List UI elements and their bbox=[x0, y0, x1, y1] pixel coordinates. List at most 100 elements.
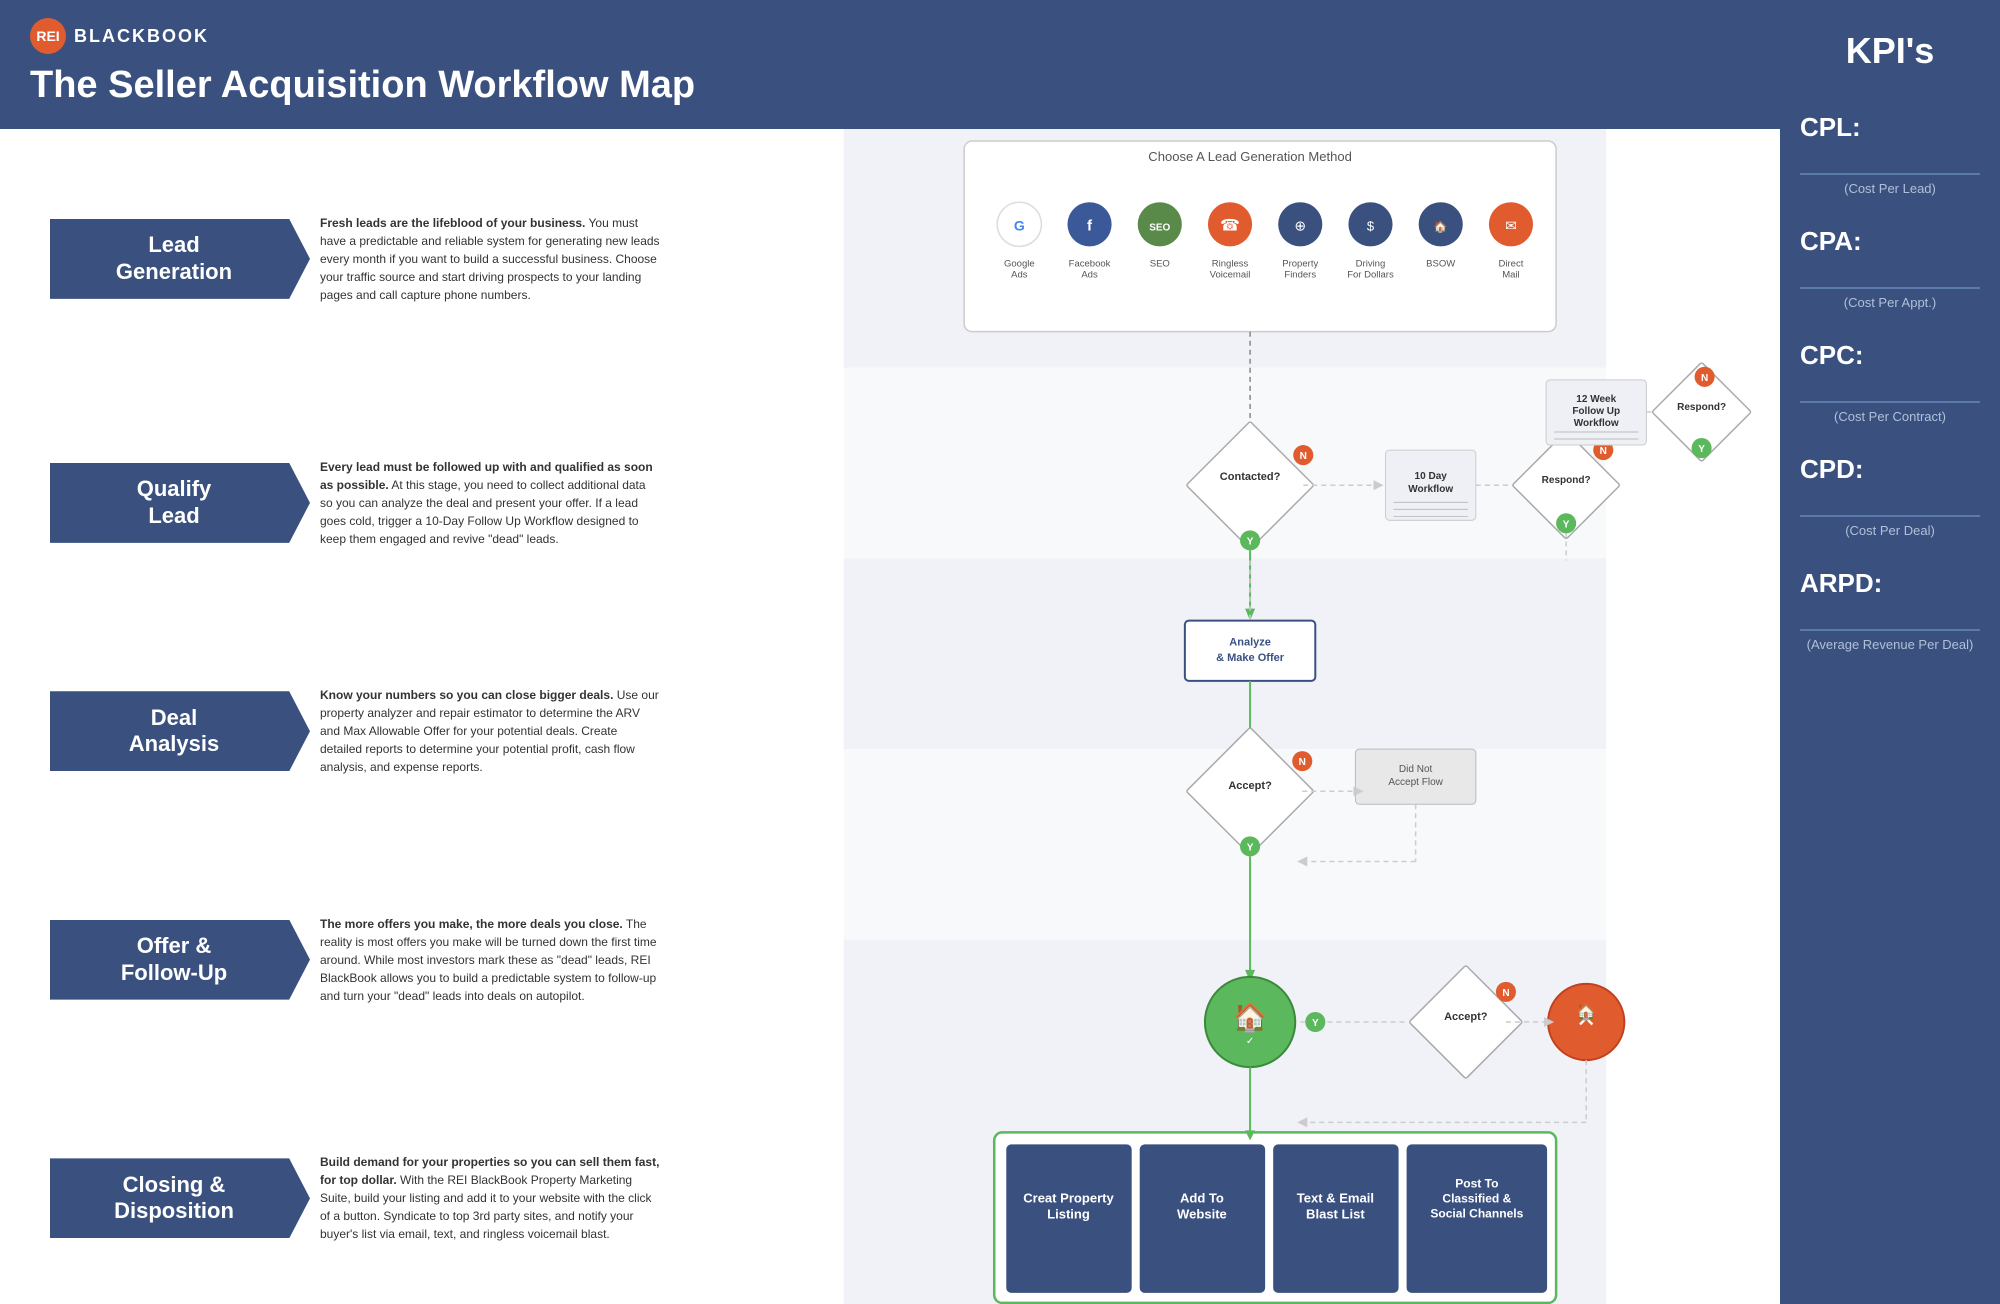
main-content: REI BLACKBOOK The Seller Acquisition Wor… bbox=[0, 0, 1780, 1304]
svg-text:Creat Property: Creat Property bbox=[1023, 1191, 1114, 1206]
svg-text:Ringless: Ringless bbox=[1212, 258, 1249, 269]
svg-text:Workflow: Workflow bbox=[1574, 418, 1619, 429]
svg-text:Analyze: Analyze bbox=[1229, 637, 1271, 649]
label-arrow-qualify: Qualify Lead bbox=[50, 463, 310, 543]
svg-text:Y: Y bbox=[1247, 842, 1254, 853]
label-closing-line1: Closing & bbox=[123, 1172, 226, 1198]
svg-text:& Make Offer: & Make Offer bbox=[1216, 652, 1285, 664]
svg-text:Did Not: Did Not bbox=[1399, 764, 1433, 775]
kpi-sub-cpa: (Cost Per Appt.) bbox=[1800, 295, 1980, 310]
label-deal-line2: Analysis bbox=[129, 731, 220, 757]
label-row-qualify: Qualify Lead bbox=[0, 389, 310, 617]
svg-text:✓: ✓ bbox=[1246, 1036, 1254, 1047]
svg-text:Blast List: Blast List bbox=[1306, 1207, 1365, 1222]
svg-text:N: N bbox=[1300, 451, 1307, 462]
svg-text:Classified &: Classified & bbox=[1442, 1192, 1511, 1206]
kpi-item-cpa: CPA: (Cost Per Appt.) bbox=[1800, 226, 1980, 310]
svg-text:G: G bbox=[1014, 217, 1025, 233]
label-arrow-deal: Deal Analysis bbox=[50, 691, 310, 771]
kpi-title: KPI's bbox=[1846, 30, 1935, 72]
svg-text:N: N bbox=[1502, 988, 1509, 999]
desc-deal: Know your numbers so you can close bigge… bbox=[320, 686, 660, 776]
kpi-name-cpa: CPA: bbox=[1800, 226, 1980, 257]
svg-text:Facebook: Facebook bbox=[1069, 258, 1111, 269]
svg-text:Respond?: Respond? bbox=[1542, 475, 1591, 486]
desc-row-qualify: Every lead must be followed up with and … bbox=[320, 389, 660, 617]
svg-text:🏠: 🏠 bbox=[1576, 1002, 1596, 1021]
desc-closing: Build demand for your properties so you … bbox=[320, 1153, 660, 1243]
svg-text:N: N bbox=[1299, 757, 1306, 768]
descriptions-column: Fresh leads are the lifeblood of your bu… bbox=[310, 129, 670, 1304]
desc-row-closing: Build demand for your properties so you … bbox=[320, 1074, 660, 1304]
desc-lead: Fresh leads are the lifeblood of your bu… bbox=[320, 214, 660, 304]
label-offer-line1: Offer & bbox=[137, 933, 212, 959]
svg-text:$: $ bbox=[1367, 218, 1375, 233]
label-row-deal: Deal Analysis bbox=[0, 617, 310, 845]
label-row-closing: Closing & Disposition bbox=[0, 1074, 310, 1304]
kpi-line-cpd bbox=[1800, 489, 1980, 517]
kpi-name-cpd: CPD: bbox=[1800, 454, 1980, 485]
svg-text:Voicemail: Voicemail bbox=[1210, 269, 1251, 280]
desc-offer: The more offers you make, the more deals… bbox=[320, 915, 660, 1005]
rei-badge: REI bbox=[30, 18, 66, 54]
kpi-name-cpl: CPL: bbox=[1800, 112, 1980, 143]
label-row-lead: Lead Generation bbox=[0, 129, 310, 389]
svg-text:10 Day: 10 Day bbox=[1415, 471, 1448, 482]
label-arrow-lead: Lead Generation bbox=[50, 219, 310, 299]
svg-text:Accept?: Accept? bbox=[1444, 1011, 1488, 1023]
svg-text:Accept?: Accept? bbox=[1228, 780, 1272, 792]
svg-text:N: N bbox=[1600, 446, 1607, 457]
svg-text:BSOW: BSOW bbox=[1426, 258, 1455, 269]
svg-text:Listing: Listing bbox=[1047, 1207, 1090, 1222]
blackbook-label: BLACKBOOK bbox=[74, 26, 209, 47]
kpi-sub-cpl: (Cost Per Lead) bbox=[1800, 181, 1980, 196]
svg-text:Property: Property bbox=[1282, 258, 1318, 269]
label-closing-line2: Disposition bbox=[114, 1198, 234, 1224]
kpi-sub-arpd: (Average Revenue Per Deal) bbox=[1800, 637, 1980, 652]
svg-text:Accept Flow: Accept Flow bbox=[1388, 777, 1443, 788]
labels-column: Lead Generation Qualify Lead Deal Analys… bbox=[0, 129, 310, 1304]
kpi-line-arpd bbox=[1800, 603, 1980, 631]
kpi-item-arpd: ARPD: (Average Revenue Per Deal) bbox=[1800, 568, 1980, 652]
svg-text:🏠: 🏠 bbox=[1434, 220, 1448, 233]
svg-text:Choose A Lead Generation Metho: Choose A Lead Generation Method bbox=[1148, 149, 1352, 164]
kpi-panel: KPI's CPL: (Cost Per Lead) CPA: (Cost Pe… bbox=[1780, 0, 2000, 1304]
kpi-name-cpc: CPC: bbox=[1800, 340, 1980, 371]
kpi-line-cpl bbox=[1800, 147, 1980, 175]
svg-text:⊕: ⊕ bbox=[1294, 217, 1306, 233]
logo-area: REI BLACKBOOK bbox=[30, 18, 1750, 54]
desc-row-offer: The more offers you make, the more deals… bbox=[320, 845, 660, 1073]
svg-text:Contacted?: Contacted? bbox=[1220, 471, 1281, 483]
svg-text:Text & Email: Text & Email bbox=[1297, 1191, 1374, 1206]
svg-text:Mail: Mail bbox=[1502, 269, 1519, 280]
svg-text:Y: Y bbox=[1312, 1018, 1319, 1029]
label-arrow-closing: Closing & Disposition bbox=[50, 1158, 310, 1238]
label-qualify-line2: Lead bbox=[148, 503, 199, 529]
svg-text:Add To: Add To bbox=[1180, 1191, 1224, 1206]
kpi-line-cpa bbox=[1800, 261, 1980, 289]
label-deal-line1: Deal bbox=[151, 705, 197, 731]
svg-text:Workflow: Workflow bbox=[1408, 484, 1453, 495]
svg-text:Website: Website bbox=[1177, 1207, 1227, 1222]
svg-text:Driving: Driving bbox=[1356, 258, 1386, 269]
svg-text:✉: ✉ bbox=[1505, 217, 1517, 233]
svg-text:N: N bbox=[1701, 373, 1708, 384]
label-lead-line2: Generation bbox=[116, 259, 232, 285]
kpi-item-cpl: CPL: (Cost Per Lead) bbox=[1800, 112, 1980, 196]
label-offer-line2: Follow-Up bbox=[121, 960, 227, 986]
flowchart-svg: Choose A Lead Generation Method G Google… bbox=[670, 129, 1780, 1304]
label-lead-line1: Lead bbox=[148, 232, 199, 258]
svg-text:Respond?: Respond? bbox=[1677, 402, 1726, 413]
kpi-line-cpc bbox=[1800, 375, 1980, 403]
label-row-offer: Offer & Follow-Up bbox=[0, 845, 310, 1073]
flowchart-column: Choose A Lead Generation Method G Google… bbox=[670, 129, 1780, 1304]
svg-text:Y: Y bbox=[1698, 444, 1705, 455]
label-arrow-offer: Offer & Follow-Up bbox=[50, 920, 310, 1000]
kpi-name-arpd: ARPD: bbox=[1800, 568, 1980, 599]
svg-text:Finders: Finders bbox=[1284, 269, 1316, 280]
svg-text:SEO: SEO bbox=[1149, 222, 1170, 233]
kpi-item-cpd: CPD: (Cost Per Deal) bbox=[1800, 454, 1980, 538]
svg-text:Social Channels: Social Channels bbox=[1430, 1207, 1523, 1221]
svg-text:Google: Google bbox=[1004, 258, 1035, 269]
svg-text:Ads: Ads bbox=[1011, 269, 1028, 280]
